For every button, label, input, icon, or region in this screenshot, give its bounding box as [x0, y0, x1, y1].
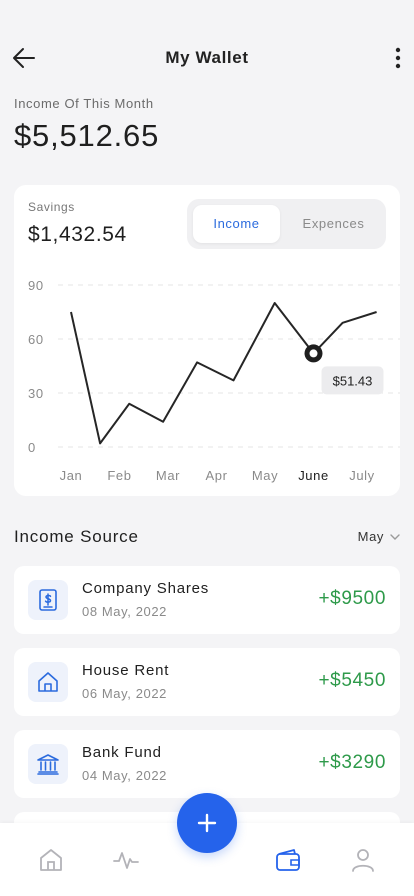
item-name: Bank Fund — [82, 744, 162, 761]
item-date: 06 May, 2022 — [82, 686, 168, 701]
item-amount: +$9500 — [318, 588, 386, 609]
income-item[interactable]: Company Shares 08 May, 2022 +$9500 — [14, 566, 400, 634]
y-tick-label: 90 — [28, 278, 44, 293]
highlight-point-center — [309, 349, 318, 358]
x-tick-label: July — [349, 468, 375, 483]
item-amount: +$3290 — [318, 752, 386, 773]
income-item[interactable]: House Rent 06 May, 2022 +$5450 — [14, 648, 400, 716]
x-tick-label: May — [252, 468, 278, 483]
income-label: Income Of This Month — [14, 96, 154, 111]
item-date: 08 May, 2022 — [82, 604, 168, 619]
item-amount: +$5450 — [318, 670, 386, 691]
document-dollar-icon — [28, 580, 68, 620]
savings-line-chart[interactable]: 0 30 60 90 Jan Feb Mar Apr May June July $51.43 — [14, 185, 400, 496]
chevron-down-icon — [390, 533, 400, 540]
y-tick-label: 30 — [28, 386, 44, 401]
header: My Wallet — [0, 0, 414, 110]
income-source-title: Income Source — [14, 527, 139, 546]
item-name: House Rent — [82, 662, 170, 679]
x-tick-label: Apr — [205, 468, 227, 483]
tooltip-value: $51.43 — [333, 373, 373, 388]
page-title: My Wallet — [165, 48, 249, 67]
month-select[interactable]: May — [358, 529, 400, 544]
bank-icon — [28, 744, 68, 784]
profile-icon[interactable] — [350, 847, 376, 873]
wallet-icon[interactable] — [275, 847, 301, 873]
y-tick-label: 0 — [28, 440, 36, 455]
x-tick-label: Feb — [107, 468, 131, 483]
more-vertical-icon[interactable] — [390, 44, 406, 72]
add-button[interactable] — [177, 793, 237, 853]
item-date: 04 May, 2022 — [82, 768, 168, 783]
home-icon[interactable] — [38, 847, 64, 873]
item-name: Company Shares — [82, 580, 210, 597]
income-value: $5,512.65 — [14, 118, 160, 153]
income-item[interactable]: Bank Fund 04 May, 2022 +$3290 — [14, 730, 400, 798]
x-tick-label: June — [298, 468, 329, 483]
month-select-value: May — [357, 529, 384, 544]
activity-icon[interactable] — [113, 847, 139, 873]
plus-icon — [197, 813, 217, 833]
savings-card: Savings $1,432.54 Income Expences 0 30 60 9… — [14, 185, 400, 496]
y-tick-label: 60 — [28, 332, 44, 347]
x-tick-label: Jan — [60, 468, 83, 483]
x-tick-label: Mar — [156, 468, 180, 483]
house-icon — [28, 662, 68, 702]
